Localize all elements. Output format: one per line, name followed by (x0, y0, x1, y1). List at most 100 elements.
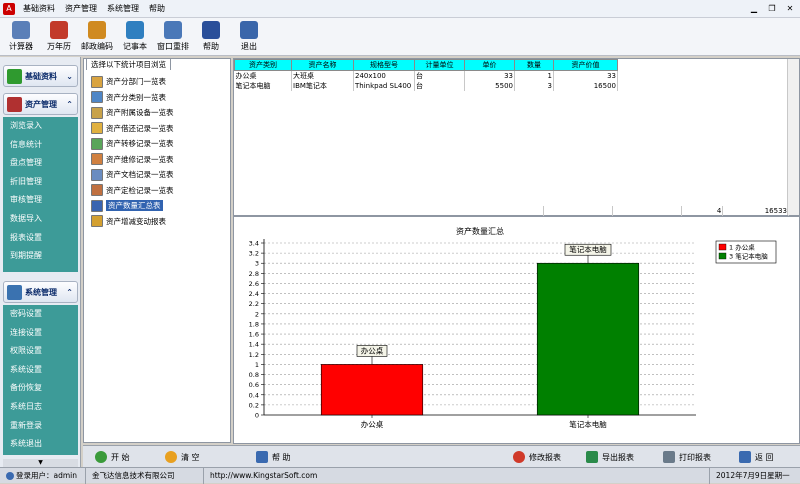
sidebar-item[interactable]: 数据导入 (3, 210, 78, 229)
column-header[interactable]: 数量 (514, 59, 554, 71)
start-button[interactable]: 开 始 (95, 449, 130, 465)
menu-item-system[interactable]: 系统管理 (102, 0, 144, 18)
y-tick-label: 0.8 (249, 371, 259, 379)
y-tick-label: 2 (255, 310, 259, 318)
window-arrange-icon (164, 21, 182, 39)
sidebar-section-system[interactable]: 系统管理 ⌃ (3, 281, 78, 303)
sidebar-item[interactable]: 系统退出 (3, 435, 78, 454)
column-header[interactable]: 计量单位 (414, 59, 465, 71)
close-icon[interactable]: ✕ (784, 3, 796, 14)
report-icon (91, 215, 103, 227)
back-button-label: 返 回 (755, 452, 774, 462)
report-icon (91, 122, 103, 134)
back-icon (739, 451, 751, 463)
y-tick-label: 3.4 (249, 240, 259, 248)
data-label: 办公桌 (361, 345, 384, 355)
toolbar-button-label: 万年历 (47, 42, 71, 51)
report-icon (91, 199, 103, 212)
sidebar-item[interactable]: 系统设置 (3, 361, 78, 380)
tree-node[interactable]: 资产借还记录一览表 (91, 121, 174, 136)
sidebar-item[interactable]: 浏览录入 (3, 117, 78, 136)
tree-node[interactable]: 资产维修记录一览表 (91, 152, 174, 167)
column-header[interactable]: 规格型号 (353, 59, 415, 71)
column-header[interactable]: 资产名称 (291, 59, 354, 71)
basic-data-icon (7, 68, 22, 84)
toolbar-button-1[interactable]: 万年历 (40, 18, 78, 55)
y-tick-label: 0.4 (249, 391, 259, 399)
y-tick-label: 1.8 (249, 320, 259, 328)
status-user: 登录用户：admin (0, 467, 86, 484)
menu-item-help[interactable]: 帮助 (144, 0, 170, 18)
x-tick-label: 笔记本电脑 (569, 419, 607, 429)
tree-tab[interactable]: 选择以下统计项目浏览 (86, 58, 171, 70)
table-row[interactable]: 笔记本电脑 IBM笔记本 Thinkpad SL400 台 5500 3 16500 (234, 81, 618, 91)
report-icon (91, 168, 103, 181)
table-cell: 33 (464, 70, 515, 81)
toolbar-button-4[interactable]: 窗口重排 (154, 18, 192, 55)
export-report-button[interactable]: 导出报表 (586, 449, 634, 465)
column-header[interactable]: 资产价值 (553, 59, 618, 71)
sidebar-item[interactable]: 系统日志 (3, 398, 78, 417)
sidebar-item[interactable]: 密码设置 (3, 305, 78, 324)
sidebar-item[interactable]: 备份恢复 (3, 379, 78, 398)
y-tick-label: 1.2 (249, 351, 259, 359)
grid-vertical-scrollbar[interactable] (787, 59, 799, 215)
sidebar-section-basic[interactable]: 基础资料 ⌄ (3, 65, 78, 87)
sidebar-item[interactable]: 重新登录 (3, 417, 78, 436)
tree-node[interactable]: 资产文档记录一览表 (91, 167, 174, 182)
tree-node[interactable]: 资产分类别一览表 (91, 90, 166, 105)
tree-node-label: 资产附属设备一览表 (106, 108, 174, 117)
tree-node-label: 资产定检记录一览表 (106, 185, 174, 195)
y-tick-label: 2.8 (249, 270, 259, 278)
column-header[interactable]: 单价 (464, 59, 515, 71)
sidebar-item[interactable]: 报表设置 (3, 229, 78, 248)
report-icon (91, 75, 103, 88)
table-cell: 大班桌 (291, 70, 354, 81)
restore-icon[interactable]: ❐ (766, 3, 778, 14)
tree-node[interactable]: 资产转移记录一览表 (91, 136, 174, 151)
sidebar-item[interactable]: 审核管理 (3, 191, 78, 210)
menu-item-asset[interactable]: 资产管理 (60, 0, 102, 18)
toolbar-button-6[interactable]: 退出 (230, 18, 268, 55)
mail-icon (88, 21, 106, 39)
chart-panel: 资产数量汇总 0 0.2 0.4 0.6 0.8 1 1.2 1.4 1.6 1.8 2 2.2 2.4 2… (233, 216, 800, 444)
y-tick-label: 0.2 (249, 401, 259, 409)
sidebar-item[interactable]: 盘点管理 (3, 154, 78, 173)
sidebar-item[interactable]: 信息统计 (3, 136, 78, 155)
tree-node[interactable]: 资产增减变动报表 (91, 214, 166, 229)
edit-report-label: 修改报表 (529, 452, 561, 462)
tree-node[interactable]: 资产附属设备一览表 (91, 105, 174, 120)
calculator-icon (12, 21, 30, 39)
report-icon (91, 153, 103, 165)
back-button[interactable]: 返 回 (739, 449, 774, 465)
tree-node[interactable]: 资产分部门一览表 (91, 74, 166, 89)
total-row: 4 16533 (234, 206, 789, 216)
toolbar-button-2[interactable]: 邮政编码 (78, 18, 116, 55)
minimize-icon[interactable]: ▁ (748, 3, 760, 14)
sidebar-item[interactable]: 权限设置 (3, 342, 78, 361)
toolbar-button-3[interactable]: 记事本 (116, 18, 154, 55)
toolbar-button-5[interactable]: 帮助 (192, 18, 230, 55)
sidebar-item[interactable]: 折旧管理 (3, 173, 78, 192)
toolbar-button-0[interactable]: 计算器 (2, 18, 40, 55)
menu-bar: A 基础资料 资产管理 系统管理 帮助 ▁ ❐ ✕ (0, 0, 800, 18)
sidebar-scroll-down[interactable]: ▼ (3, 459, 78, 467)
chart-title: 资产数量汇总 (456, 226, 504, 236)
tree-node[interactable]: 资产定检记录一览表 (91, 183, 174, 198)
help-button[interactable]: 帮 助 (256, 449, 291, 465)
sidebar-item[interactable]: 连接设置 (3, 324, 78, 343)
edit-report-button[interactable]: 修改报表 (513, 449, 561, 465)
table-row[interactable]: 办公桌 大班桌 240x100 台 33 1 33 (234, 70, 618, 81)
asset-table: 资产类别 资产名称 规格型号 计量单位 单价 数量 资产价值 办公桌 大班桌 240x100 台 3… (234, 59, 618, 91)
toolbar-button-label: 退出 (241, 42, 257, 51)
print-report-button[interactable]: 打印报表 (663, 449, 711, 465)
sidebar-section-asset-label: 资产管理 (25, 99, 57, 109)
toolbar-button-label: 计算器 (9, 42, 33, 51)
table-cell: 办公桌 (234, 70, 292, 81)
clear-button[interactable]: 清 空 (165, 449, 200, 465)
tree-node[interactable]: 资产数量汇总表 (91, 198, 163, 213)
sidebar-section-asset[interactable]: 资产管理 ⌃ (3, 93, 78, 115)
menu-item-basic[interactable]: 基础资料 (18, 0, 60, 18)
column-header[interactable]: 资产类别 (234, 59, 292, 71)
sidebar-item[interactable]: 到期提醒 (3, 247, 78, 266)
